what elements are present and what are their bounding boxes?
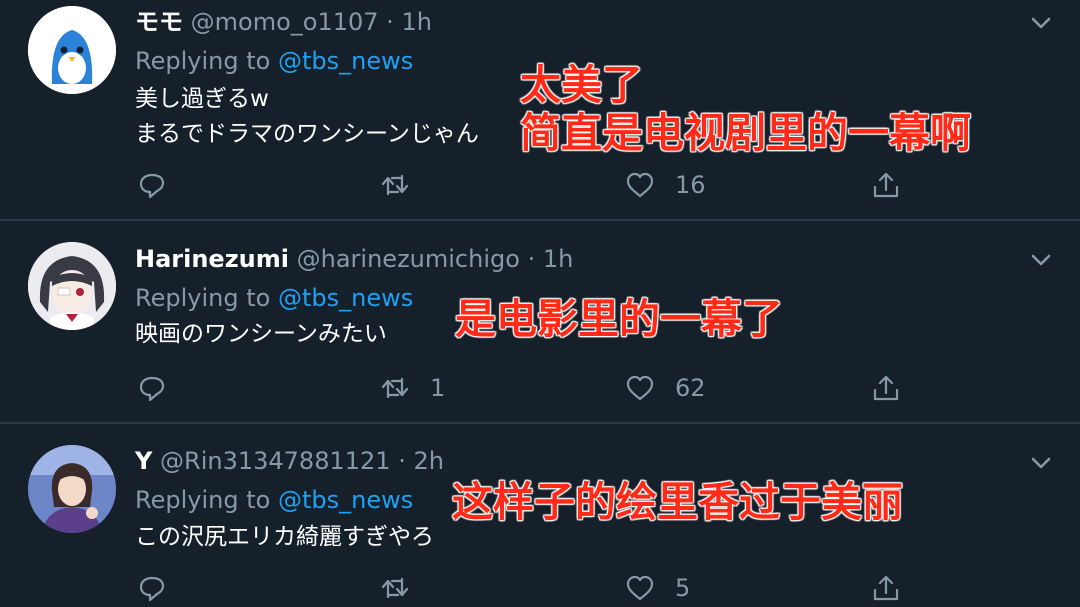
tweet-header: Y @Rin31347881121 · 2h <box>135 443 444 479</box>
reply-button[interactable] <box>137 168 167 202</box>
share-button[interactable] <box>871 371 901 405</box>
retweet-button[interactable] <box>380 168 430 202</box>
share-icon <box>873 375 899 401</box>
mention-link[interactable]: @tbs_news <box>278 284 413 312</box>
timestamp[interactable]: 1h <box>543 245 573 273</box>
timestamp[interactable]: 1h <box>401 8 431 36</box>
reply-icon <box>139 173 165 199</box>
avatar[interactable] <box>28 242 116 330</box>
like-button[interactable]: 5 <box>625 571 690 605</box>
mention-link[interactable]: @tbs_news <box>278 486 413 514</box>
reply-button[interactable] <box>137 571 167 605</box>
share-button[interactable] <box>871 168 901 202</box>
tweet-text-line: まるでドラマのワンシーンじゃん <box>135 121 479 147</box>
chevron-down-icon <box>1031 17 1051 29</box>
user-handle[interactable]: @momo_o1107 <box>191 8 379 36</box>
replying-prefix: Replying to <box>135 284 271 312</box>
avatar[interactable] <box>28 445 116 533</box>
caption-overlay-line: 简直是电视剧里的一幕啊 <box>520 109 971 157</box>
tweet-divider <box>0 422 1080 424</box>
tweet-1[interactable]: モモ @momo_o1107 · 1h Replying to @tbs_new… <box>0 0 1080 220</box>
like-count: 5 <box>675 574 691 602</box>
timestamp[interactable]: 2h <box>413 447 443 475</box>
tweet-header: Harinezumi @harinezumichigo · 1h <box>135 241 573 277</box>
separator-dot: · <box>398 447 406 475</box>
more-options-caret[interactable] <box>1026 245 1056 275</box>
more-options-caret[interactable] <box>1026 8 1056 38</box>
separator-dot: · <box>527 245 536 273</box>
retweet-button[interactable]: 1 <box>380 371 445 405</box>
like-button[interactable]: 16 <box>625 168 706 202</box>
chevron-down-icon <box>1031 457 1051 469</box>
like-count: 62 <box>675 374 706 402</box>
heart-icon <box>626 575 654 601</box>
caption-overlay-line: 是电影里的一幕了 <box>455 295 783 343</box>
reply-button[interactable] <box>137 371 167 405</box>
retweet-icon <box>381 577 409 599</box>
tweet-text-line: この沢尻エリカ綺麗すぎやろ <box>135 524 434 550</box>
tweet-text-line: 映画のワンシーンみたい <box>135 321 387 347</box>
replying-to: Replying to @tbs_news <box>135 44 413 78</box>
user-handle[interactable]: @Rin31347881121 <box>160 447 391 475</box>
display-name[interactable]: モモ <box>135 8 183 36</box>
avatar[interactable] <box>28 6 116 94</box>
separator-dot: · <box>386 8 394 36</box>
share-icon <box>873 575 899 601</box>
retweet-count: 1 <box>430 374 446 402</box>
retweet-button[interactable] <box>380 571 430 605</box>
share-icon <box>873 172 899 198</box>
heart-icon <box>626 375 654 401</box>
like-button[interactable]: 62 <box>625 371 706 405</box>
caption-overlay-line: 太美了 <box>520 61 643 109</box>
display-name[interactable]: Harinezumi <box>135 245 289 273</box>
user-handle[interactable]: @harinezumichigo <box>297 245 520 273</box>
more-options-caret[interactable] <box>1026 448 1056 478</box>
replying-to: Replying to @tbs_news <box>135 483 413 517</box>
tweet-divider <box>0 219 1080 221</box>
reply-icon <box>139 576 165 602</box>
replying-prefix: Replying to <box>135 486 271 514</box>
retweet-icon <box>381 174 409 196</box>
tweet-text-line: 美し過ぎるw <box>135 86 269 112</box>
replying-to: Replying to @tbs_news <box>135 281 413 315</box>
share-button[interactable] <box>871 571 901 605</box>
mention-link[interactable]: @tbs_news <box>278 47 413 75</box>
anime-girl-avatar-icon <box>28 242 116 330</box>
like-count: 16 <box>675 171 706 199</box>
retweet-icon <box>381 377 409 399</box>
reply-icon <box>139 376 165 402</box>
penguin-avatar-icon <box>28 6 116 94</box>
photo-avatar-icon <box>28 445 116 533</box>
chevron-down-icon <box>1031 254 1051 266</box>
display-name[interactable]: Y <box>135 447 152 475</box>
tweet-header: モモ @momo_o1107 · 1h <box>135 4 432 40</box>
tweet-3[interactable]: Y @Rin31347881121 · 2h Replying to @tbs_… <box>0 425 1080 607</box>
tweet-2[interactable]: Harinezumi @harinezumichigo · 1h Replyin… <box>0 222 1080 422</box>
heart-icon <box>626 172 654 198</box>
caption-overlay-line: 这样子的绘里香过于美丽 <box>452 478 903 526</box>
replying-prefix: Replying to <box>135 47 271 75</box>
